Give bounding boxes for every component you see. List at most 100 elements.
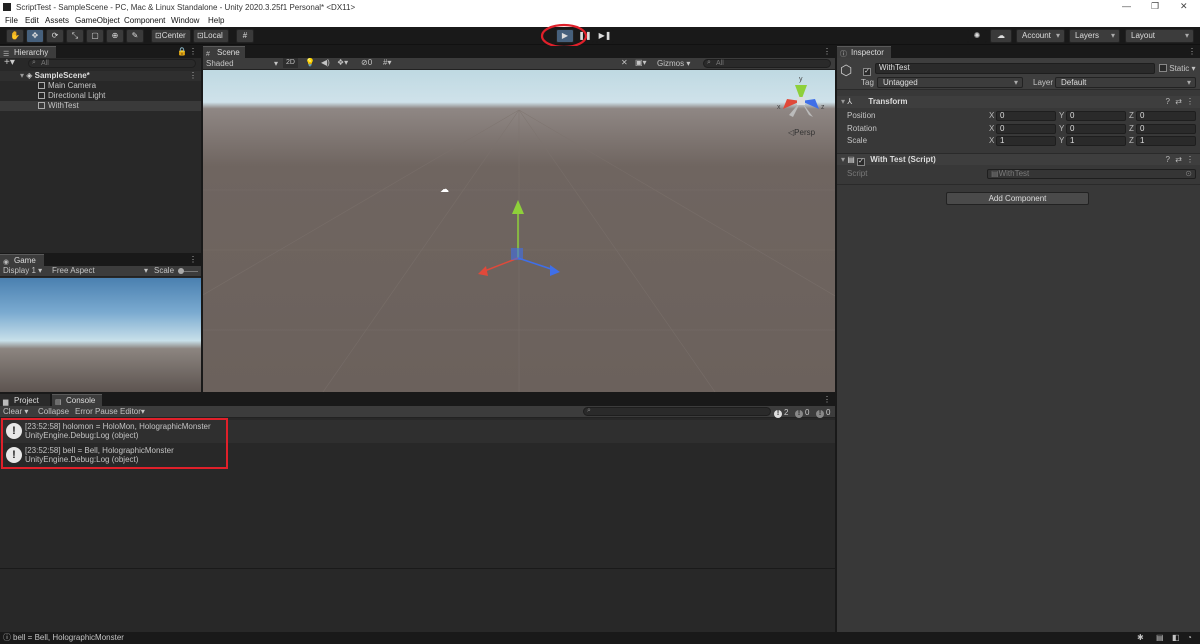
warning-count-toggle[interactable]: ! 2: [774, 408, 788, 418]
collapse-toggle[interactable]: Collapse: [38, 407, 69, 416]
scale-z-field[interactable]: 1: [1136, 136, 1196, 146]
transform-tool-icon[interactable]: ⊕: [106, 29, 124, 43]
menu-window[interactable]: Window: [171, 16, 199, 25]
move-tool-icon[interactable]: ✥: [26, 29, 44, 43]
tab-console[interactable]: ▤ Console: [52, 394, 102, 406]
clear-dropdown[interactable]: Clear ▾: [3, 407, 28, 416]
aspect-dropdown[interactable]: Free Aspect ▾: [52, 266, 148, 275]
tools-icon[interactable]: ✕: [621, 58, 628, 67]
help-icon[interactable]: ?: [1166, 154, 1170, 166]
lighting-icon[interactable]: 💡: [305, 58, 315, 67]
menu-assets[interactable]: Assets: [45, 16, 69, 25]
transform-header[interactable]: ▾ ⅄ Transform ? ⇄ ⋮: [837, 96, 1200, 108]
scene-menu-icon[interactable]: ⋮: [189, 71, 197, 81]
info-count-toggle[interactable]: ! 0: [795, 408, 809, 418]
hierarchy-search-input[interactable]: All: [28, 59, 196, 68]
grid-toggle-icon[interactable]: #▾: [383, 58, 391, 67]
light-gizmo-icon[interactable]: ☁: [440, 184, 449, 195]
shading-dropdown[interactable]: Shaded ▾: [206, 59, 278, 68]
cache-icon[interactable]: ◧: [1172, 632, 1180, 644]
close-icon[interactable]: ✕: [1180, 1, 1188, 12]
menu-help[interactable]: Help: [208, 16, 224, 25]
effects-icon[interactable]: ❖▾: [337, 58, 348, 67]
component-enabled-checkbox[interactable]: ✓: [857, 158, 866, 166]
scale-slider-handle[interactable]: [178, 268, 184, 274]
game-view[interactable]: [0, 278, 201, 392]
game-menu-icon[interactable]: ⋮: [189, 255, 197, 264]
editor-dropdown[interactable]: Editor▾: [120, 407, 145, 416]
tab-game[interactable]: ◉ Game: [0, 254, 44, 266]
status-message[interactable]: bell = Bell, HolographicMonster: [13, 632, 124, 644]
error-pause-toggle[interactable]: Error Pause: [75, 407, 118, 416]
minimize-icon[interactable]: —: [1122, 1, 1131, 11]
2d-toggle[interactable]: 2D: [283, 58, 298, 68]
help-icon[interactable]: ?: [1166, 96, 1170, 108]
pivot-center-button[interactable]: ⊡Center: [151, 29, 191, 43]
hand-tool-icon[interactable]: ✋: [6, 29, 24, 43]
active-checkbox[interactable]: ✓: [863, 64, 871, 76]
scene-search-input[interactable]: All: [703, 59, 831, 68]
preset-icon[interactable]: ⇄: [1175, 96, 1182, 108]
rotation-z-field[interactable]: 0: [1136, 124, 1196, 134]
camera-icon[interactable]: ▣▾: [635, 58, 647, 67]
menu-gameobject[interactable]: GameObject: [75, 16, 120, 25]
preset-icon[interactable]: ⇄: [1175, 154, 1182, 166]
position-x-field[interactable]: 0: [996, 111, 1056, 121]
error-count-toggle[interactable]: ! 0: [816, 408, 830, 418]
script-component-header[interactable]: ▾ ▤ ✓ With Test (Script) ? ⇄ ⋮: [837, 153, 1200, 166]
tab-project[interactable]: ▆ Project: [0, 394, 50, 406]
orientation-gizmo[interactable]: y x z: [775, 73, 835, 125]
tag-dropdown[interactable]: Untagged: [877, 77, 1023, 88]
custom-tool-icon[interactable]: ✎: [126, 29, 144, 43]
move-gizmo[interactable]: [468, 194, 588, 304]
account-dropdown[interactable]: Account: [1016, 29, 1065, 43]
create-plus-icon[interactable]: +▾: [4, 57, 15, 68]
hierarchy-item-main-camera[interactable]: Main Camera: [0, 81, 201, 91]
console-search-input[interactable]: [583, 407, 771, 416]
position-z-field[interactable]: 0: [1136, 111, 1196, 121]
tab-scene[interactable]: # Scene: [203, 46, 245, 58]
bug-icon[interactable]: ✱: [1137, 632, 1144, 644]
layer-dropdown[interactable]: Default: [1055, 77, 1196, 88]
step-button[interactable]: ▶❚: [596, 29, 614, 43]
component-menu-icon[interactable]: ⋮: [1186, 154, 1194, 166]
display-dropdown[interactable]: Display 1 ▾: [3, 266, 42, 275]
projection-toggle[interactable]: ◁Persp: [788, 128, 815, 137]
scene-menu-icon[interactable]: ⋮: [823, 47, 831, 56]
rotation-y-field[interactable]: 0: [1066, 124, 1126, 134]
scale-x-field[interactable]: 1: [996, 136, 1056, 146]
scene-viewport[interactable]: ☁ y x z ◁Persp: [203, 70, 835, 392]
position-y-field[interactable]: 0: [1066, 111, 1126, 121]
layout-dropdown[interactable]: Layout: [1125, 29, 1194, 43]
hierarchy-item-withtest[interactable]: WithTest: [0, 101, 201, 111]
rect-tool-icon[interactable]: ▢: [86, 29, 104, 43]
gizmos-dropdown[interactable]: Gizmos ▾: [657, 59, 690, 68]
menu-file[interactable]: File: [5, 16, 18, 25]
scale-tool-icon[interactable]: ⤡: [66, 29, 84, 43]
object-name-field[interactable]: WithTest: [875, 63, 1155, 74]
static-toggle[interactable]: Static ▾: [1159, 64, 1196, 73]
hierarchy-item-directional-light[interactable]: Directional Light: [0, 91, 201, 101]
grid-snap-icon[interactable]: #: [236, 29, 254, 43]
progress-icon[interactable]: ▤: [1156, 632, 1164, 644]
console-menu-icon[interactable]: ⋮: [823, 395, 831, 404]
foldout-arrow-icon[interactable]: ▾: [841, 97, 845, 106]
menu-component[interactable]: Component: [124, 16, 165, 25]
foldout-arrow-icon[interactable]: ▾: [841, 155, 845, 164]
cloud-icon[interactable]: ☁: [990, 29, 1012, 43]
layers-dropdown[interactable]: Layers: [1069, 29, 1120, 43]
scale-y-field[interactable]: 1: [1066, 136, 1126, 146]
add-component-button[interactable]: Add Component: [946, 192, 1089, 205]
scene-root-row[interactable]: ▾ ◈ SampleScene* ⋮: [0, 71, 201, 81]
component-menu-icon[interactable]: ⋮: [1186, 96, 1194, 108]
tab-inspector[interactable]: ⓘ Inspector: [837, 46, 891, 58]
audio-icon[interactable]: ◀): [321, 58, 330, 67]
lock-icon[interactable]: 🔒: [177, 47, 187, 56]
collab-icon[interactable]: ✺: [967, 29, 987, 43]
rotate-tool-icon[interactable]: ⟳: [46, 29, 64, 43]
expand-arrow-icon[interactable]: ▾: [20, 71, 24, 80]
pivot-local-button[interactable]: ⊡Local: [193, 29, 229, 43]
menu-edit[interactable]: Edit: [25, 16, 39, 25]
light-bake-icon[interactable]: ◔: [1187, 632, 1192, 644]
hidden-objects-toggle[interactable]: ⊘0: [361, 58, 372, 67]
